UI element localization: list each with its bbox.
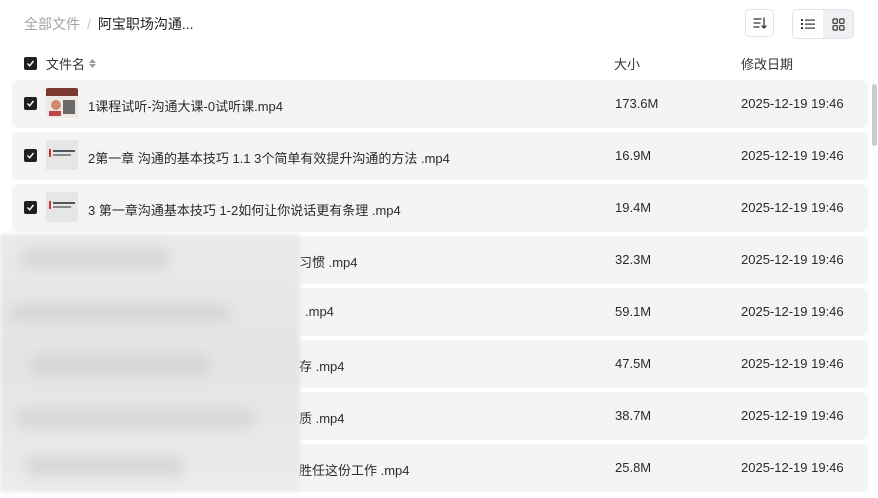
file-size: 38.7M — [615, 408, 652, 423]
video-thumbnail — [46, 140, 78, 170]
check-icon — [27, 60, 35, 67]
grid-view-icon — [831, 17, 845, 31]
select-all-checkbox[interactable] — [24, 56, 37, 70]
check-icon — [27, 152, 35, 159]
column-name-label: 文件名 — [46, 56, 86, 72]
file-name: 胜任这份工作 .mp4 — [299, 463, 410, 478]
view-toggle — [792, 9, 854, 39]
file-name: 3 第一章沟通基本技巧 1-2如何让你说话更有条理 .mp4 — [88, 203, 401, 218]
breadcrumb-separator: / — [87, 16, 91, 32]
file-name: 质 .mp4 — [299, 411, 345, 426]
file-size: 16.9M — [615, 148, 652, 163]
column-name-header[interactable]: 文件名 — [46, 54, 97, 73]
file-size: 19.4M — [615, 200, 652, 215]
file-date: 2025-12-19 19:46 — [741, 96, 844, 111]
column-date-header[interactable]: 修改日期 — [741, 54, 793, 73]
list-view-icon — [801, 19, 815, 29]
file-date: 2025-12-19 19:46 — [741, 408, 844, 423]
sort-caret-icon[interactable] — [89, 58, 97, 68]
video-thumbnail — [46, 192, 78, 222]
file-row[interactable]: 2第一章 沟通的基本技巧 1.1 3个简单有效提升沟通的方法 .mp4 16.9… — [12, 132, 868, 180]
breadcrumb: 全部文件 / 阿宝职场沟通... — [24, 14, 194, 34]
file-date: 2025-12-19 19:46 — [741, 356, 844, 371]
sort-icon — [752, 17, 767, 29]
row-checkbox[interactable] — [24, 201, 37, 214]
file-name: 1课程试听-沟通大课-0试听课.mp4 — [88, 99, 284, 114]
file-name: 2第一章 沟通的基本技巧 1.1 3个简单有效提升沟通的方法 .mp4 — [88, 151, 450, 166]
list-view-button[interactable] — [793, 10, 823, 38]
row-checkbox[interactable] — [24, 149, 37, 162]
file-size: 25.8M — [615, 460, 652, 475]
vertical-scrollbar[interactable] — [872, 84, 877, 146]
breadcrumb-current: 阿宝职场沟通... — [97, 16, 194, 32]
file-size: 47.5M — [615, 356, 652, 371]
check-icon — [27, 204, 35, 211]
file-name: 存 .mp4 — [299, 359, 345, 374]
file-name: .mp4 — [305, 304, 334, 319]
video-thumbnail — [46, 88, 78, 118]
sort-button[interactable] — [745, 9, 774, 37]
file-row[interactable]: 1课程试听-沟通大课-0试听课.mp4 173.6M 2025-12-19 19… — [12, 80, 868, 128]
file-size: 59.1M — [615, 304, 652, 319]
check-icon — [27, 100, 35, 107]
file-date: 2025-12-19 19:46 — [741, 304, 844, 319]
file-row[interactable]: 3 第一章沟通基本技巧 1-2如何让你说话更有条理 .mp4 19.4M 202… — [12, 184, 868, 232]
file-size: 32.3M — [615, 252, 652, 267]
file-date: 2025-12-19 19:46 — [741, 200, 844, 215]
grid-view-button[interactable] — [823, 10, 853, 38]
file-size: 173.6M — [615, 96, 659, 111]
file-list-header: 文件名 大小 修改日期 — [24, 52, 854, 74]
file-name: 习惯 .mp4 — [299, 255, 358, 270]
file-date: 2025-12-19 19:46 — [741, 148, 844, 163]
file-date: 2025-12-19 19:46 — [741, 252, 844, 267]
column-size-header[interactable]: 大小 — [614, 54, 640, 73]
breadcrumb-root-link[interactable]: 全部文件 — [24, 14, 80, 34]
row-checkbox[interactable] — [24, 97, 37, 110]
blurred-redaction — [0, 234, 300, 492]
file-date: 2025-12-19 19:46 — [741, 460, 844, 475]
